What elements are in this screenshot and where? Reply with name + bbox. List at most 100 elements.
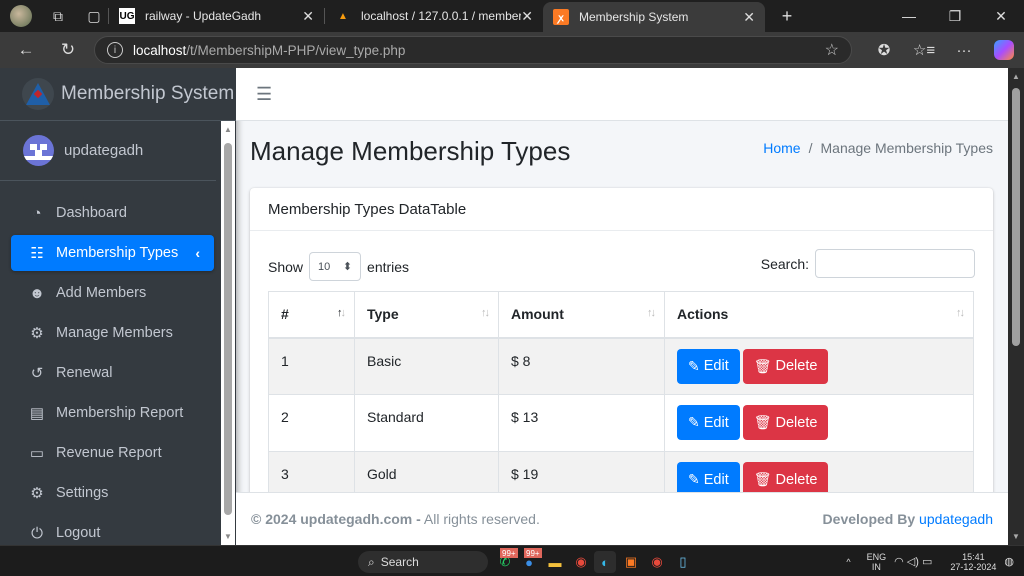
sidebar-item-logout[interactable]: ⏻ Logout [11,515,214,545]
delete-button[interactable]: 🗑 Delete [742,405,829,440]
notepad-icon[interactable]: ▯ [672,551,694,573]
edit-icon: ✎ [688,357,700,374]
taskbar-search[interactable]: ⌕ Search [358,551,488,573]
notifications-icon[interactable]: ◍ [1004,555,1014,568]
chrome-icon[interactable]: ◉ [570,551,592,573]
scroll-down-icon[interactable]: ▼ [224,532,232,541]
page-scroll-thumb[interactable] [1012,88,1020,346]
sidebar-item-label: Logout [56,525,101,541]
membership-types-table: # ↑↓ Type ↑↓ Amount ↑↓ Actions ↑↓ 1 Basic $ … [268,291,974,508]
breadcrumb-home-link[interactable]: Home [763,140,800,156]
column-header-actions[interactable]: Actions ↑↓ [664,291,974,339]
sidebar-scrollbar[interactable]: ▲ ▼ [221,121,235,545]
search-control: Search: [761,249,975,278]
restore-button[interactable]: ❐ [932,0,978,32]
users-cog-icon: ⚙ [30,325,44,342]
search-input[interactable] [815,249,975,278]
sort-icon: ↑↓ [956,307,965,319]
favorite-star-icon[interactable]: ☆ [825,40,839,60]
sort-icon: ↑↓ [647,307,656,319]
cell-amount: $ 13 [498,394,665,452]
sidebar-item-membership-report[interactable]: ▤ Membership Report [11,395,214,431]
show-hidden-icons-icon[interactable]: ^ [846,557,850,567]
sidebar-item-renewal[interactable]: ↺ Renewal [11,355,214,391]
sidebar-item-label: Settings [56,485,109,501]
search-icon: ⌕ [368,554,375,569]
sidebar-item-label: Membership Report [56,405,184,421]
url-path: /t/MembershipM-PHP/view_type.php [186,42,406,58]
column-header-amount[interactable]: Amount ↑↓ [498,291,665,339]
scroll-up-icon[interactable]: ▲ [1012,72,1020,81]
sidebar-item-membership-types[interactable]: ☷ Membership Types ‹ [11,235,214,271]
browser-tab-phpmyadmin[interactable]: ▲ localhost / 127.0.0.1 / membershi ✕ [325,0,543,32]
close-tab-icon[interactable]: ✕ [521,8,533,25]
sidebar-item-add-members[interactable]: ☻ Add Members [11,275,214,311]
power-icon: ⏻ [31,524,43,542]
more-menu-icon[interactable]: ··· [944,42,984,59]
delete-button[interactable]: 🗑 Delete [742,348,829,384]
workspaces-icon[interactable]: ⧉ [44,2,72,30]
cogs-icon: ⚙ [30,485,44,502]
sidebar-item-settings[interactable]: ⚙ Settings [11,475,214,511]
developer-link[interactable]: updategadh [919,511,993,527]
column-header-type[interactable]: Type ↑↓ [354,291,499,339]
developer-credit: Developed By updategadh [823,511,993,527]
network-volume-battery-icon[interactable]: ◠ ◁) ▭ [894,555,932,568]
browser-tab-railway[interactable]: UG railway - UpdateGadh ✕ [109,0,324,32]
entries-value: 10 [318,260,331,273]
back-icon[interactable]: ← [8,32,44,68]
sidebar-scroll-thumb[interactable] [224,143,232,515]
browser-tab-membership-system[interactable]: ꭗ Membership System ✕ [543,2,765,32]
top-navbar: ☰ [236,68,1008,121]
refresh-icon[interactable]: ↻ [50,32,86,68]
user-name: updategadh [64,142,144,159]
entries-label: entries [367,258,410,275]
datatable-card: Membership Types DataTable Show 10 ⬍ entr… [250,188,993,508]
file-explorer-icon[interactable]: ▬ [544,551,566,573]
copilot-icon[interactable] [994,40,1014,60]
favorites-icon[interactable]: ☆≡ [904,41,944,59]
extensions-icon[interactable]: ✪ [864,41,904,59]
close-tab-icon[interactable]: ✕ [743,9,755,26]
edit-label: Edit [703,414,729,431]
site-info-icon[interactable]: i [107,42,123,58]
show-label: Show [268,258,304,275]
xampp-icon[interactable]: ▣ [620,551,642,573]
close-window-button[interactable]: ✕ [978,0,1024,32]
language-indicator[interactable]: ENG IN [867,552,887,572]
region-text: IN [871,561,881,572]
clock[interactable]: 15:41 27-12-2024 [950,552,996,572]
breadcrumb-current: Manage Membership Types [820,140,994,156]
tab-actions-icon[interactable]: ▢ [80,2,108,30]
sidebar-item-label: Dashboard [56,205,127,221]
chrome-profile-icon[interactable]: ◉ [646,551,668,573]
cell-number: 1 [268,337,355,395]
new-tab-button[interactable]: + [773,2,801,30]
web-page: Membership System updategadh ◔ Dashboard … [0,68,1024,545]
scroll-up-icon[interactable]: ▲ [224,125,232,134]
user-panel[interactable]: updategadh [0,121,216,181]
sidebar-item-dashboard[interactable]: ◔ Dashboard [11,195,214,231]
profile-avatar[interactable] [10,5,32,27]
entries-select[interactable]: 10 ⬍ [309,252,362,281]
sidebar-item-manage-members[interactable]: ⚙ Manage Members [11,315,214,351]
edge-icon[interactable]: ◐ [594,551,616,573]
phpmyadmin-favicon-icon: ▲ [338,10,348,22]
close-tab-icon[interactable]: ✕ [302,8,314,25]
hamburger-menu-icon[interactable]: ☰ [256,84,272,105]
sidebar-item-revenue-report[interactable]: ▭ Revenue Report [11,435,214,471]
edit-button[interactable]: ✎ Edit [677,348,740,384]
brand-link[interactable]: Membership System [0,68,236,121]
page-scrollbar[interactable]: ▲ ▼ [1008,68,1024,545]
table-icon: ☷ [30,245,44,262]
sidebar-menu: ◔ Dashboard ☷ Membership Types ‹ ☻ Add Membe… [11,195,214,545]
edit-button[interactable]: ✎ Edit [677,405,740,440]
scroll-down-icon[interactable]: ▼ [1012,532,1020,541]
users-icon: ☻ [29,284,45,302]
start-button[interactable] [336,554,352,570]
column-header-number[interactable]: # ↑↓ [268,291,355,339]
url-bar[interactable]: i localhost /t/MembershipM-PHP/view_type… [94,36,852,64]
trash-icon: 🗑 [753,414,772,430]
minimize-button[interactable]: — [886,0,932,32]
tab-title: Membership System [579,10,689,24]
